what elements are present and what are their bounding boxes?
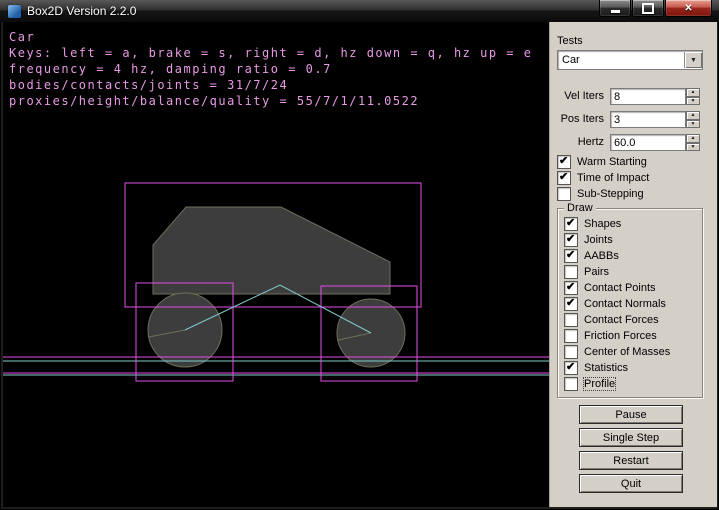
single-step-button[interactable]: Single Step: [579, 428, 683, 447]
checkbox-box[interactable]: [564, 233, 578, 247]
hertz-spinner: ▲ ▼: [686, 134, 700, 151]
window-controls: ✕: [599, 0, 712, 17]
stats-line: bodies/contacts/joints = 31/7/24: [9, 77, 532, 93]
checkbox-box[interactable]: [557, 171, 571, 185]
spin-down-icon[interactable]: ▼: [686, 143, 700, 152]
hertz-label: Hertz: [550, 136, 604, 148]
checkbox-box[interactable]: [564, 361, 578, 375]
checkbox-box[interactable]: [557, 155, 571, 169]
checkbox-aabbs[interactable]: AABBs: [564, 249, 619, 263]
simulation-canvas[interactable]: Car Keys: left = a, brake = s, right = d…: [3, 22, 549, 507]
close-button[interactable]: ✕: [665, 0, 712, 17]
vel-iters-input[interactable]: [610, 88, 686, 105]
checkbox-label: Contact Forces: [584, 314, 659, 326]
vel-iters-spinner: ▲ ▼: [686, 88, 700, 105]
checkbox-label: Warm Starting: [577, 156, 647, 168]
pos-iters-input[interactable]: [610, 111, 686, 128]
draw-group-label: Draw: [564, 202, 596, 214]
checkbox-box[interactable]: [564, 281, 578, 295]
maximize-button[interactable]: [632, 0, 664, 17]
control-panel: Tests Car ▼ Vel Iters ▲ ▼ Pos Iters ▲ ▼ …: [549, 22, 717, 507]
checkbox-box[interactable]: [564, 249, 578, 263]
checkbox-label: Pairs: [584, 266, 609, 278]
checkbox-contact-points[interactable]: Contact Points: [564, 281, 656, 295]
app-window: Box2D Version 2.2.0 ✕: [0, 0, 719, 510]
pos-iters-row: Pos Iters ▲ ▼: [550, 111, 710, 128]
pos-iters-label: Pos Iters: [550, 113, 604, 125]
checkbox-label: AABBs: [584, 250, 619, 262]
checkbox-box[interactable]: [557, 187, 571, 201]
checkbox-center-of-masses[interactable]: Center of Masses: [564, 345, 670, 359]
checkbox-label: Time of Impact: [577, 172, 649, 184]
vel-iters-label: Vel Iters: [550, 90, 604, 102]
vel-iters-row: Vel Iters ▲ ▼: [550, 88, 710, 105]
spin-up-icon[interactable]: ▲: [686, 111, 700, 120]
window-title: Box2D Version 2.2.0: [27, 4, 136, 18]
checkbox-contact-forces[interactable]: Contact Forces: [564, 313, 659, 327]
checkbox-box[interactable]: [564, 329, 578, 343]
stats-line: Keys: left = a, brake = s, right = d, hz…: [9, 45, 532, 61]
spin-up-icon[interactable]: ▲: [686, 88, 700, 97]
checkbox-label: Contact Points: [584, 282, 656, 294]
hertz-input[interactable]: [610, 134, 686, 151]
checkbox-box[interactable]: [564, 217, 578, 231]
checkbox-box[interactable]: [564, 297, 578, 311]
spin-down-icon[interactable]: ▼: [686, 120, 700, 129]
hertz-row: Hertz ▲ ▼: [550, 134, 710, 151]
checkbox-joints[interactable]: Joints: [564, 233, 613, 247]
pause-button[interactable]: Pause: [579, 405, 683, 424]
stats-line: proxies/height/balance/quality = 55/7/1/…: [9, 93, 532, 109]
tests-dropdown[interactable]: Car ▼: [557, 50, 703, 70]
chevron-down-icon[interactable]: ▼: [684, 52, 702, 68]
spin-up-icon[interactable]: ▲: [686, 134, 700, 143]
checkbox-label: Joints: [584, 234, 613, 246]
tests-dropdown-value: Car: [558, 54, 684, 66]
minimize-button[interactable]: [599, 0, 631, 17]
checkbox-box[interactable]: [564, 345, 578, 359]
spin-down-icon[interactable]: ▼: [686, 97, 700, 106]
checkbox-shapes[interactable]: Shapes: [564, 217, 621, 231]
car-chassis-shape: [153, 207, 390, 294]
tests-label: Tests: [557, 35, 583, 47]
checkbox-box[interactable]: [564, 313, 578, 327]
app-icon: [8, 5, 21, 18]
checkbox-label: Profile: [584, 378, 615, 390]
checkbox-label: Contact Normals: [584, 298, 666, 310]
stats-line: Car: [9, 29, 532, 45]
checkbox-friction-forces[interactable]: Friction Forces: [564, 329, 657, 343]
close-icon: ✕: [684, 1, 692, 16]
checkbox-contact-normals[interactable]: Contact Normals: [564, 297, 666, 311]
checkbox-label: Friction Forces: [584, 330, 657, 342]
minimize-icon: [611, 10, 620, 13]
maximize-icon: [642, 3, 654, 14]
checkbox-label: Statistics: [584, 362, 628, 374]
stats-line: frequency = 4 hz, damping ratio = 0.7: [9, 61, 532, 77]
title-bar[interactable]: Box2D Version 2.2.0 ✕: [0, 0, 719, 22]
restart-button[interactable]: Restart: [579, 451, 683, 470]
checkbox-box[interactable]: [564, 377, 578, 391]
checkbox-warm-starting[interactable]: Warm Starting: [557, 155, 647, 169]
checkbox-profile[interactable]: Profile: [564, 377, 615, 391]
quit-button[interactable]: Quit: [579, 474, 683, 493]
checkbox-label: Sub-Stepping: [577, 188, 644, 200]
checkbox-time-of-impact[interactable]: Time of Impact: [557, 171, 649, 185]
pos-iters-spinner: ▲ ▼: [686, 111, 700, 128]
checkbox-pairs[interactable]: Pairs: [564, 265, 609, 279]
ground-aabb-box: [3, 357, 549, 373]
checkbox-label: Shapes: [584, 218, 621, 230]
checkbox-box[interactable]: [564, 265, 578, 279]
checkbox-sub-stepping[interactable]: Sub-Stepping: [557, 187, 644, 201]
debug-stats: Car Keys: left = a, brake = s, right = d…: [9, 29, 532, 109]
checkbox-statistics[interactable]: Statistics: [564, 361, 628, 375]
checkbox-label: Center of Masses: [584, 346, 670, 358]
